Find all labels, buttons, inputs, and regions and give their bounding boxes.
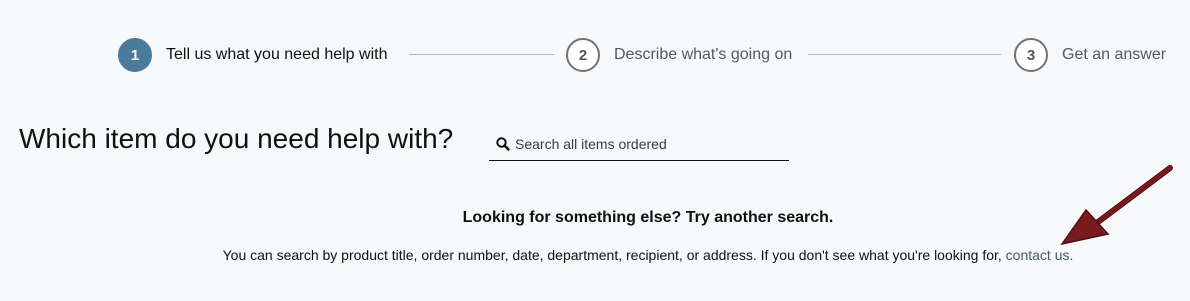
- progress-stepper: 1 Tell us what you need help with 2 Desc…: [118, 36, 1168, 74]
- search-input[interactable]: [515, 132, 775, 156]
- step-3-number: 3: [1014, 38, 1048, 72]
- search-icon: [495, 136, 511, 152]
- step-3: 3 Get an answer: [1014, 36, 1166, 74]
- step-1-number: 1: [118, 38, 152, 72]
- annotation-arrow-icon: [1060, 165, 1173, 246]
- step-2-label: Describe what's going on: [614, 46, 793, 63]
- step-3-label: Get an answer: [1062, 46, 1167, 63]
- alt-search-text: You can search by product title, order n…: [222, 247, 1006, 263]
- alt-search-description: You can search by product title, order n…: [0, 247, 1190, 263]
- step-connector-2: [808, 54, 1001, 55]
- item-search-box[interactable]: [489, 128, 789, 161]
- step-2-number: 2: [566, 38, 600, 72]
- step-connector-1: [409, 54, 554, 55]
- step-1: 1 Tell us what you need help with: [118, 36, 387, 74]
- step-2: 2 Describe what's going on: [566, 36, 792, 74]
- alt-search-heading: Looking for something else? Try another …: [462, 209, 834, 226]
- page-title: Which item do you need help with?: [19, 123, 454, 154]
- step-1-label: Tell us what you need help with: [166, 46, 388, 63]
